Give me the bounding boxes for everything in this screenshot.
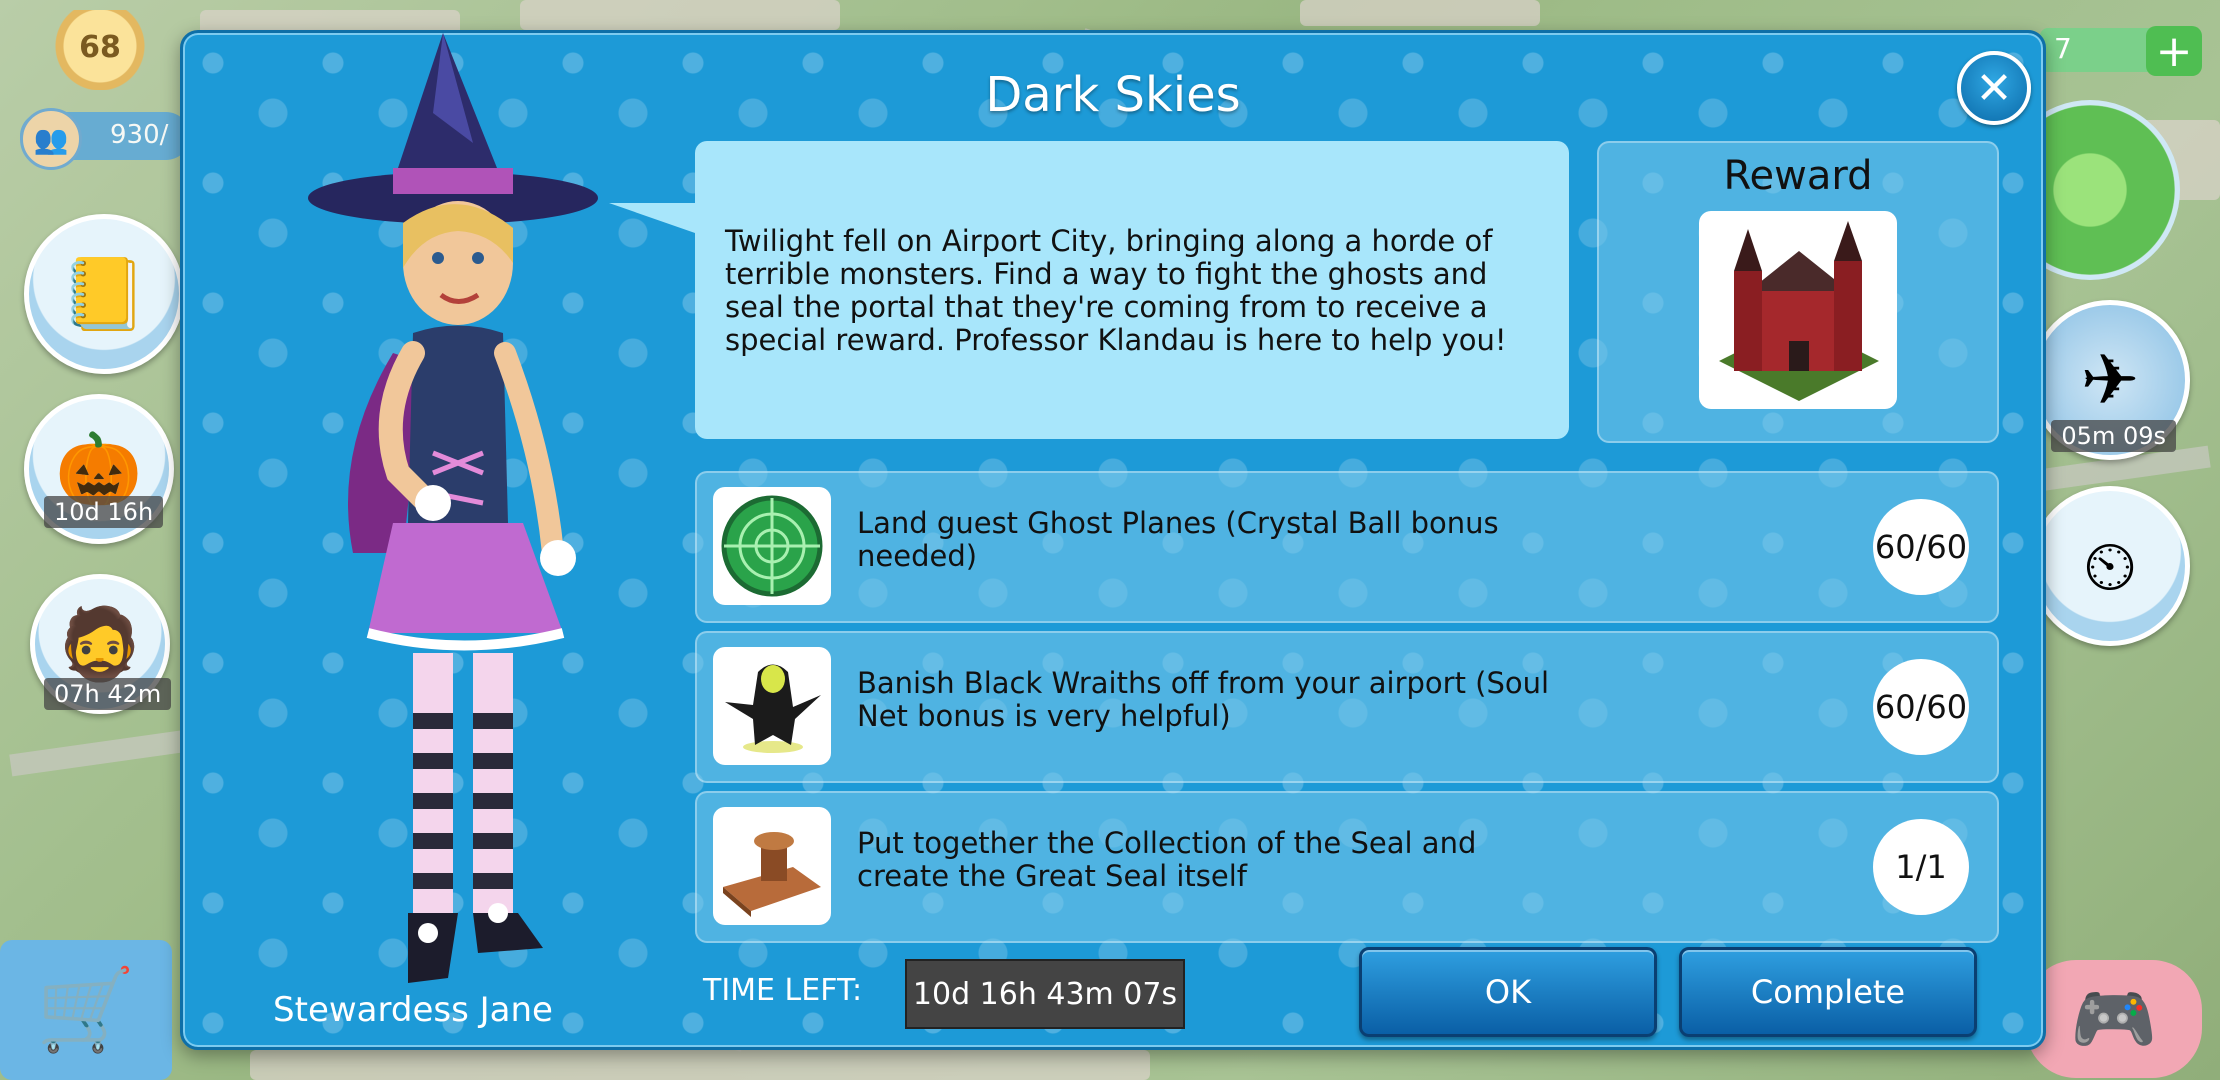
castle-reward-icon[interactable] [1699,211,1897,409]
event-timer: 10d 16h [44,496,164,528]
reward-panel: Reward [1597,141,1999,443]
shopping-cart-icon: 🛒 [36,963,136,1056]
time-left-label: TIME LEFT: [703,973,863,1008]
level-badge[interactable]: 68 [40,10,160,90]
character-name: Stewardess Jane [273,990,553,1030]
close-button[interactable]: ✕ [1957,51,2031,125]
task-progress: 1/1 [1873,819,1969,915]
shop-button[interactable]: 🛒 [0,940,172,1080]
boost-button[interactable]: ⏲ [2030,486,2190,646]
add-currency-button[interactable]: + [2146,25,2202,77]
time-left-value: 10d 16h 43m 07s [905,959,1185,1029]
gamepad-icon: 🎮 [2070,977,2158,1060]
task-row-great-seal: Put together the Collection of the Seal … [695,791,1999,943]
stewardess-jane-character [308,33,598,983]
wraith-icon [713,647,831,765]
population-value: 930/ [110,120,169,150]
games-button[interactable]: 🎮 [2026,960,2202,1078]
plus-icon: + [2155,25,2193,77]
reward-title: Reward [1723,153,1873,199]
seal-icon [713,807,831,925]
story-text: Twilight fell on Airport City, bringing … [725,224,1507,357]
task-progress: 60/60 [1873,499,1969,595]
speedometer-icon: ⏲ [2082,524,2138,607]
professor-icon: 🧔 [56,602,144,685]
radar-icon [713,487,831,605]
notebook-button[interactable]: 📒 [24,214,184,374]
task-text: Banish Black Wraiths off from your airpo… [857,666,1550,733]
notebook-icon: 📒 [60,252,148,335]
flight-timer: 05m 09s [2051,420,2176,452]
complete-button[interactable]: Complete [1679,947,1977,1037]
task-text: Land guest Ghost Planes (Crystal Ball bo… [857,506,1499,573]
passengers-icon: 👥 [20,108,82,170]
professor-timer: 07h 42m [44,678,172,710]
close-icon: ✕ [1975,62,2013,114]
currency-value: 7 [2054,32,2072,65]
ok-button[interactable]: OK [1359,947,1657,1037]
level-value: 68 [79,29,121,65]
task-row-ghost-planes: Land guest Ghost Planes (Crystal Ball bo… [695,471,1999,623]
quest-dialog: Dark Skies ✕ Stewardess Jane Twilight fe… [180,30,2046,1050]
task-progress: 60/60 [1873,659,1969,755]
story-bubble: Twilight fell on Airport City, bringing … [609,141,1569,439]
airplane-icon: ✈ [2080,339,2140,421]
population-bar[interactable]: 👥 930/ [20,108,190,170]
task-text: Put together the Collection of the Seal … [857,826,1477,893]
task-row-black-wraiths: Banish Black Wraiths off from your airpo… [695,631,1999,783]
